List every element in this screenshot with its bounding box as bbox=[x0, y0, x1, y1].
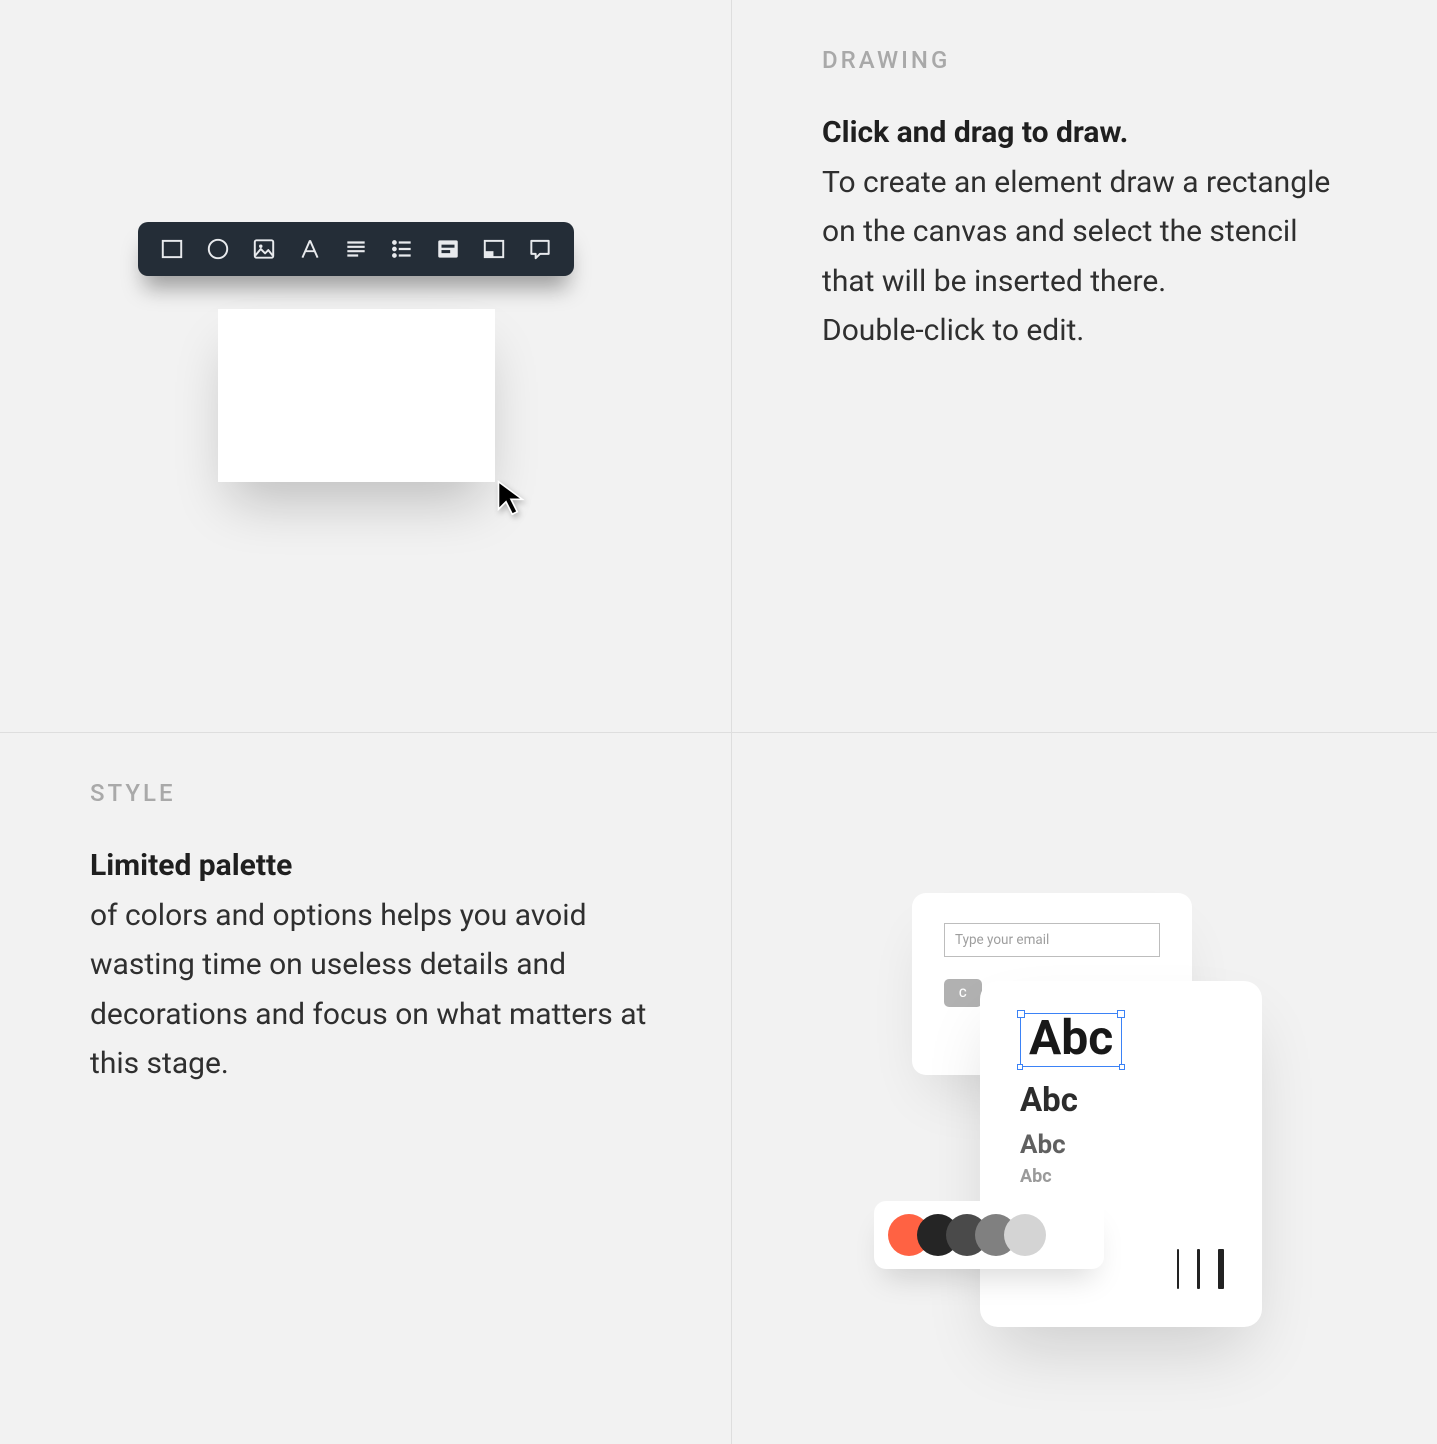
drawing-body-2: Double-click to edit. bbox=[822, 313, 1084, 348]
drawing-description: DRAWING Click and drag to draw. To creat… bbox=[732, 0, 1437, 733]
comment-icon[interactable] bbox=[526, 235, 554, 263]
list-icon[interactable] bbox=[388, 235, 416, 263]
drawing-title: Click and drag to draw. bbox=[822, 115, 1128, 150]
stroke-thin-icon bbox=[1177, 1249, 1179, 1289]
style-description: STYLE Limited palette of colors and opti… bbox=[0, 733, 732, 1444]
stroke-samples bbox=[1177, 1249, 1225, 1289]
drawing-kicker: DRAWING bbox=[822, 46, 1357, 74]
panel-icon[interactable] bbox=[480, 235, 508, 263]
cursor-arrow-icon bbox=[496, 479, 526, 517]
color-swatch-card bbox=[874, 1201, 1104, 1269]
paragraph-icon[interactable] bbox=[342, 235, 370, 263]
style-body: of colors and options helps you avoid wa… bbox=[90, 898, 646, 1082]
email-input-sample: Type your email bbox=[944, 923, 1160, 957]
stroke-thick-icon bbox=[1218, 1249, 1224, 1289]
image-icon[interactable] bbox=[250, 235, 278, 263]
drawn-rectangle bbox=[218, 309, 495, 482]
text-icon[interactable] bbox=[296, 235, 324, 263]
swatch-5 bbox=[1004, 1214, 1046, 1256]
abc-4: Abc bbox=[1020, 1166, 1222, 1187]
stroke-med-icon bbox=[1197, 1249, 1201, 1289]
style-kicker: STYLE bbox=[90, 779, 651, 807]
style-illustration: Type your email C Abc Abc Abc Abc bbox=[732, 733, 1437, 1444]
sample-button-fragment: C bbox=[944, 979, 982, 1007]
circle-icon[interactable] bbox=[204, 235, 232, 263]
abc-1: Abc bbox=[1029, 1009, 1113, 1066]
abc-3: Abc bbox=[1020, 1130, 1222, 1160]
abc-2: Abc bbox=[1020, 1081, 1222, 1120]
stencil-toolbar bbox=[138, 222, 574, 276]
heading-sample-selected: Abc bbox=[1020, 1013, 1122, 1067]
style-title: Limited palette bbox=[90, 848, 292, 883]
typography-card: Abc Abc Abc Abc bbox=[980, 981, 1262, 1327]
drawing-illustration bbox=[0, 0, 732, 733]
rectangle-icon[interactable] bbox=[158, 235, 186, 263]
drawing-body-1: To create an element draw a rectangle on… bbox=[822, 165, 1330, 299]
form-icon[interactable] bbox=[434, 235, 462, 263]
